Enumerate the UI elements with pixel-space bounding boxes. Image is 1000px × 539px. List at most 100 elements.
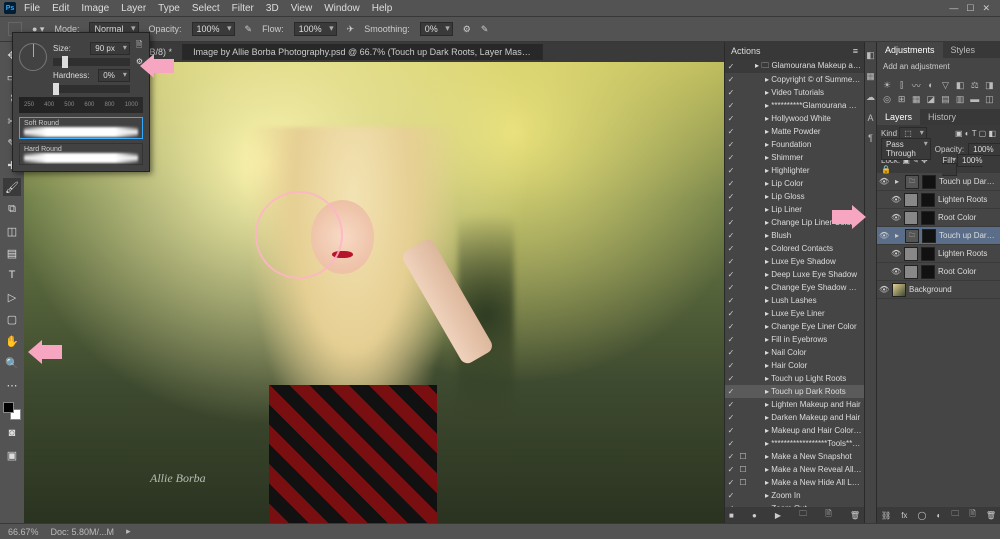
action-item[interactable]: ✓▸ Darken Makeup and Hair bbox=[725, 411, 864, 424]
foreground-color[interactable] bbox=[3, 402, 14, 413]
edit-toolbar-icon[interactable]: ⋯ bbox=[3, 376, 21, 394]
new-set-icon[interactable]: 🗀 bbox=[799, 508, 807, 522]
type-tool[interactable]: T bbox=[3, 266, 21, 284]
menu-image[interactable]: Image bbox=[75, 1, 115, 16]
layer-row[interactable]: 👁▸🗀Touch up Dark R... bbox=[877, 173, 1000, 191]
menu-window[interactable]: Window bbox=[318, 1, 366, 16]
brush-hardness-slider[interactable] bbox=[53, 85, 130, 93]
chmix-icon[interactable]: ⊞ bbox=[896, 93, 908, 105]
action-item[interactable]: ✓▸ Change Eye Liner Color bbox=[725, 320, 864, 333]
bw-icon[interactable]: ◨ bbox=[983, 79, 995, 91]
vibrance-icon[interactable]: ▽ bbox=[940, 79, 952, 91]
group-icon[interactable]: 🗀 bbox=[951, 508, 959, 522]
swatches-panel-icon[interactable]: ▦ bbox=[866, 71, 875, 82]
action-item[interactable]: ✓▸ Nail Color bbox=[725, 346, 864, 359]
maximize-icon[interactable]: ☐ bbox=[966, 3, 974, 14]
levels-icon[interactable]: ⫿ bbox=[896, 79, 908, 91]
close-icon[interactable]: ✕ bbox=[982, 3, 990, 14]
zoom-tool[interactable]: 🔍 bbox=[3, 354, 21, 372]
action-item[interactable]: ✓☐▸ Make a New Hide All Layer Mask (Bl..… bbox=[725, 476, 864, 489]
minimize-icon[interactable]: — bbox=[949, 3, 958, 14]
action-item[interactable]: ✓▸ Highlighter bbox=[725, 164, 864, 177]
action-item[interactable]: ✓▸ Touch up Dark Roots bbox=[725, 385, 864, 398]
action-item[interactable]: ✓▸ Hair Color bbox=[725, 359, 864, 372]
color-panel-icon[interactable]: ◧ bbox=[866, 50, 875, 61]
action-item[interactable]: ✓▸ Video Tutorials bbox=[725, 86, 864, 99]
menu-3d[interactable]: 3D bbox=[260, 1, 285, 16]
layer-row[interactable]: 👁Lighten Roots bbox=[877, 191, 1000, 209]
exposure-icon[interactable]: ◐ bbox=[925, 79, 937, 91]
lookup-icon[interactable]: ▦ bbox=[910, 93, 922, 105]
layer-row[interactable]: 👁Lighten Roots bbox=[877, 245, 1000, 263]
doc-info-arrow[interactable]: ▸ bbox=[126, 526, 131, 537]
layer-row[interactable]: 👁Background bbox=[877, 281, 1000, 299]
action-item[interactable]: ✓▸ Shimmer bbox=[725, 151, 864, 164]
play-icon[interactable]: ▶ bbox=[775, 511, 781, 520]
brush-size-presets[interactable]: 2504005006008001000 bbox=[19, 97, 143, 113]
action-item[interactable]: ✓▸ Blush bbox=[725, 229, 864, 242]
action-item[interactable]: ✓▸ Lip Gloss bbox=[725, 190, 864, 203]
menu-edit[interactable]: Edit bbox=[46, 1, 75, 16]
layer-row[interactable]: 👁Root Color bbox=[877, 263, 1000, 281]
action-item[interactable]: ✓▸ Luxe Eye Liner bbox=[725, 307, 864, 320]
screenmode-icon[interactable]: ▣ bbox=[3, 446, 21, 464]
flow-input[interactable]: 100% bbox=[294, 22, 337, 36]
link-icon[interactable]: ⛓ bbox=[881, 511, 891, 520]
record-icon[interactable]: ● bbox=[752, 511, 757, 520]
layers-tab[interactable]: Layers bbox=[877, 109, 920, 125]
airbrush-icon[interactable]: ✈ bbox=[347, 24, 355, 35]
opacity-input[interactable]: 100% bbox=[192, 22, 235, 36]
action-item[interactable]: ✓▸ Lighten Makeup and Hair bbox=[725, 398, 864, 411]
action-item[interactable]: ✓▸ Copyright © of Summerana bbox=[725, 73, 864, 86]
panel-menu-icon[interactable]: ≡ bbox=[853, 46, 858, 56]
history-tab[interactable]: History bbox=[920, 109, 964, 125]
filter-icons[interactable]: ▣ ◐ T ▢ ◧ bbox=[955, 129, 996, 138]
new-layer-icon[interactable]: 🗎 bbox=[969, 508, 975, 522]
libraries-panel-icon[interactable]: ☁ bbox=[866, 92, 875, 103]
path-tool[interactable]: ▷ bbox=[3, 288, 21, 306]
color-swatches[interactable] bbox=[3, 402, 21, 420]
action-item[interactable]: ✓▸ Hollywood White bbox=[725, 112, 864, 125]
eraser-tool[interactable]: ◫ bbox=[3, 222, 21, 240]
colorbal-icon[interactable]: ⚖ bbox=[969, 79, 981, 91]
styles-tab[interactable]: Styles bbox=[943, 42, 984, 58]
action-item[interactable]: ✓☐▸ Make a New Snapshot bbox=[725, 450, 864, 463]
hue-icon[interactable]: ◧ bbox=[954, 79, 966, 91]
selcolor-icon[interactable]: ◫ bbox=[983, 93, 995, 105]
document-tab[interactable]: Image by Allie Borba Photography.psd @ 6… bbox=[183, 44, 543, 60]
layer-row[interactable]: 👁▸🗀Touch up Dark R... bbox=[877, 227, 1000, 245]
brush-size-input[interactable]: 90 px bbox=[90, 42, 130, 55]
hand-tool[interactable]: ✋ bbox=[3, 332, 21, 350]
brightness-icon[interactable]: ☀ bbox=[881, 79, 893, 91]
gradient-tool[interactable]: ▤ bbox=[3, 244, 21, 262]
menu-filter[interactable]: Filter bbox=[226, 1, 260, 16]
brush-angle-control[interactable] bbox=[19, 43, 47, 71]
shape-tool[interactable]: ▢ bbox=[3, 310, 21, 328]
stop-icon[interactable]: ■ bbox=[729, 511, 734, 520]
paragraph-panel-icon[interactable]: ¶ bbox=[868, 133, 873, 143]
zoom-level[interactable]: 66.67% bbox=[8, 527, 39, 537]
quickmask-icon[interactable]: ◙ bbox=[3, 424, 21, 442]
brush-hardness-input[interactable]: 0% bbox=[98, 69, 130, 82]
action-item[interactable]: ✓▸ Zoom In bbox=[725, 489, 864, 502]
menu-select[interactable]: Select bbox=[186, 1, 226, 16]
action-item[interactable]: ✓▸ Lush Lashes bbox=[725, 294, 864, 307]
menu-file[interactable]: File bbox=[18, 1, 46, 16]
adjustments-tab[interactable]: Adjustments bbox=[877, 42, 943, 58]
smoothing-options-icon[interactable]: ⚙ bbox=[463, 24, 471, 35]
action-item[interactable]: ✓▸ Fill in Eyebrows bbox=[725, 333, 864, 346]
pressure-opacity-icon[interactable]: ✎ bbox=[245, 24, 253, 35]
action-item[interactable]: ✓▸ Matte Powder bbox=[725, 125, 864, 138]
brush-preset[interactable]: Soft Round bbox=[19, 117, 143, 139]
blend-mode-select[interactable]: Pass Through bbox=[881, 138, 931, 160]
smoothing-input[interactable]: 0% bbox=[420, 22, 453, 36]
action-item[interactable]: ✓▸ Touch up Light Roots bbox=[725, 372, 864, 385]
gradmap-icon[interactable]: ▬ bbox=[969, 93, 981, 105]
action-item[interactable]: ✓▸ Foundation bbox=[725, 138, 864, 151]
curves-icon[interactable]: 〰 bbox=[910, 79, 922, 91]
action-item[interactable]: ✓☐▸ Make a New Reveal All Layer Mask ... bbox=[725, 463, 864, 476]
character-panel-icon[interactable]: A bbox=[867, 113, 873, 123]
action-item[interactable]: ✓▸ Lip Color bbox=[725, 177, 864, 190]
fx-icon[interactable]: fx bbox=[901, 511, 907, 520]
action-item[interactable]: ✓▸ Colored Contacts bbox=[725, 242, 864, 255]
